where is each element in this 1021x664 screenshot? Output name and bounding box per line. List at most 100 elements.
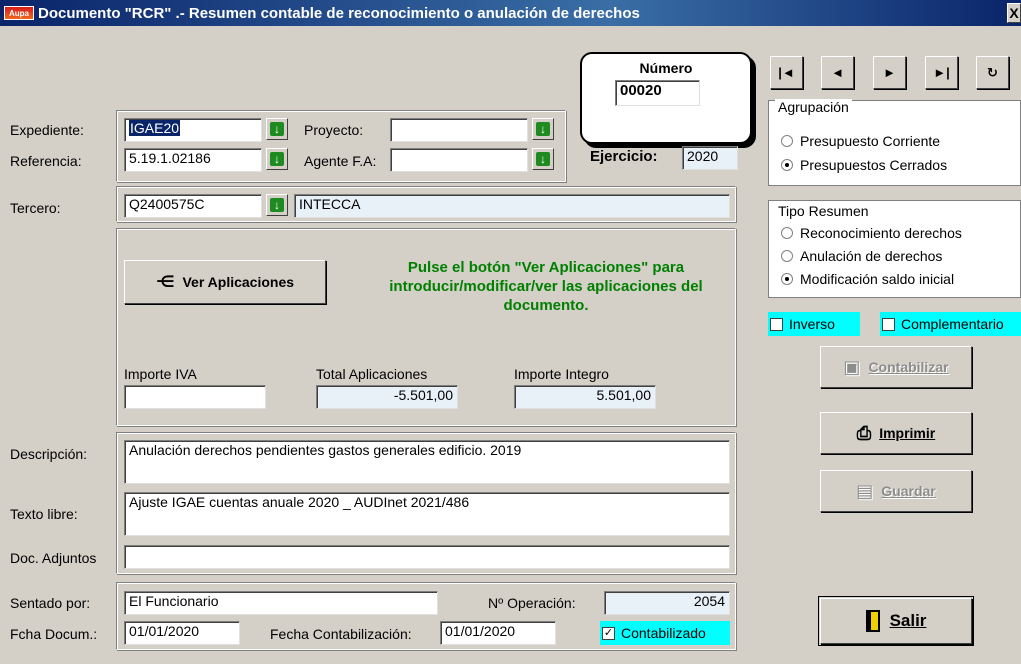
agrupacion-title: Agrupación xyxy=(775,99,852,115)
last-icon: ►| xyxy=(933,65,950,80)
expediente-label: Expediente: xyxy=(10,122,84,138)
next-icon: ► xyxy=(883,65,896,80)
doc-adjuntos-field[interactable] xyxy=(124,545,730,569)
contabilizar-button[interactable]: ▣ Contabilizar xyxy=(820,346,972,388)
numero-field[interactable]: 00020 xyxy=(615,80,700,106)
checkbox-icon xyxy=(882,317,895,331)
importe-integro-field: 5.501,00 xyxy=(514,385,656,409)
contabilizar-label: Contabilizar xyxy=(868,359,949,375)
aplicaciones-message: Pulse el botón "Ver Aplicaciones" para i… xyxy=(389,259,703,314)
radio-selected-icon xyxy=(781,273,793,285)
checkmark-icon: ✓ xyxy=(602,626,615,640)
tree-icon: ⋲ xyxy=(155,274,175,291)
fecha-cont-label: Fecha Contabilización: xyxy=(270,626,412,642)
exit-door-icon xyxy=(865,610,880,632)
inverso-checkbox[interactable]: Inverso xyxy=(768,312,860,336)
ver-aplicaciones-label: Ver Aplicaciones xyxy=(182,274,295,290)
sentado-label: Sentado por: xyxy=(10,595,91,611)
referencia-dropdown[interactable]: ↓ xyxy=(266,148,288,170)
importe-iva-label: Importe IVA xyxy=(124,366,197,382)
sentado-field: El Funcionario xyxy=(124,591,438,615)
referencia-field[interactable]: 5.19.1.02186 xyxy=(124,148,262,172)
referencia-label: Referencia: xyxy=(10,153,82,169)
radio-label: Anulación de derechos xyxy=(800,248,943,264)
down-arrow-icon: ↓ xyxy=(270,152,284,166)
importe-iva-field[interactable] xyxy=(124,385,266,409)
total-aplicaciones-field: -5.501,00 xyxy=(316,385,458,409)
proyecto-label: Proyecto: xyxy=(304,122,364,138)
operacion-label: Nº Operación: xyxy=(488,595,576,611)
down-arrow-icon: ↓ xyxy=(536,122,550,136)
radio-presupuesto-corriente[interactable]: Presupuesto Corriente xyxy=(781,133,940,149)
operacion-field: 2054 xyxy=(604,591,730,615)
guardar-label: Guardar xyxy=(881,483,936,499)
complementario-checkbox[interactable]: Complementario xyxy=(880,312,1021,336)
tercero-field[interactable]: Q2400575C xyxy=(124,194,262,218)
expediente-dropdown[interactable]: ↓ xyxy=(266,118,288,140)
numero-label: Número xyxy=(639,60,693,76)
tercero-label: Tercero: xyxy=(10,200,61,216)
contabilizado-checkbox[interactable]: ✓ Contabilizado xyxy=(600,621,730,645)
salir-label: Salir xyxy=(889,611,927,630)
ejercicio-label: Ejercicio: xyxy=(590,148,658,165)
imprimir-label: Imprimir xyxy=(879,425,936,441)
post-icon: ▣ xyxy=(843,356,861,377)
radio-label: Presupuesto Corriente xyxy=(800,133,941,149)
close-button[interactable]: X xyxy=(1007,3,1021,23)
radio-icon xyxy=(781,135,793,147)
tipo-resumen-group: Tipo Resumen Reconocimiento derechos Anu… xyxy=(768,200,1021,298)
descripcion-field[interactable]: Anulación derechos pendientes gastos gen… xyxy=(124,440,730,484)
down-arrow-icon: ↓ xyxy=(270,122,284,136)
expediente-field[interactable]: IGAE20 xyxy=(124,118,262,142)
previous-record-button[interactable]: ◄ xyxy=(821,56,854,89)
numero-box: Número 00020 xyxy=(580,52,752,144)
imprimir-button[interactable]: ⎙ Imprimir xyxy=(820,412,972,454)
inverso-label: Inverso xyxy=(789,316,835,332)
doc-adjuntos-label: Doc. Adjuntos xyxy=(10,550,97,566)
agrupacion-group: Agrupación Presupuesto Corriente Presupu… xyxy=(768,99,1021,186)
complementario-label: Complementario xyxy=(901,316,1004,332)
agente-field[interactable] xyxy=(390,148,528,172)
radio-label: Reconocimiento derechos xyxy=(800,225,962,241)
importe-integro-label: Importe Integro xyxy=(514,366,609,382)
fecha-cont-field[interactable]: 01/01/2020 xyxy=(440,621,556,645)
radio-modificacion[interactable]: Modificación saldo inicial xyxy=(781,271,954,287)
radio-anulacion[interactable]: Anulación de derechos xyxy=(781,248,942,264)
radio-icon xyxy=(781,250,793,262)
app-icon: Aupa xyxy=(4,6,34,20)
expediente-value: IGAE20 xyxy=(129,120,181,136)
fecha-doc-label: Fcha Docum.: xyxy=(10,626,98,642)
proyecto-dropdown[interactable]: ↓ xyxy=(532,118,554,140)
first-icon: |◄ xyxy=(778,65,795,80)
ver-aplicaciones-button[interactable]: ⋲ Ver Aplicaciones xyxy=(124,260,326,304)
tercero-dropdown[interactable]: ↓ xyxy=(266,194,288,216)
window-title: Documento "RCR" .- Resumen contable de r… xyxy=(38,4,640,22)
radio-selected-icon xyxy=(781,159,793,171)
contabilizado-label: Contabilizado xyxy=(621,625,706,641)
last-record-button[interactable]: ►| xyxy=(925,56,958,89)
texto-libre-label: Texto libre: xyxy=(10,506,78,522)
refresh-button[interactable]: ↻ xyxy=(976,56,1009,89)
refresh-icon: ↻ xyxy=(987,64,998,80)
title-bar: Aupa Documento "RCR" .- Resumen contable… xyxy=(0,0,1021,26)
radio-reconocimiento[interactable]: Reconocimiento derechos xyxy=(781,225,962,241)
checkbox-icon xyxy=(770,317,783,331)
radio-presupuestos-cerrados[interactable]: Presupuestos Cerrados xyxy=(781,157,947,173)
down-arrow-icon: ↓ xyxy=(536,152,550,166)
radio-label: Presupuestos Cerrados xyxy=(800,157,948,173)
texto-libre-field[interactable]: Ajuste IGAE cuentas anuale 2020 _ AUDIne… xyxy=(124,492,730,536)
agente-dropdown[interactable]: ↓ xyxy=(532,148,554,170)
next-record-button[interactable]: ► xyxy=(873,56,906,89)
tipo-resumen-title: Tipo Resumen xyxy=(775,203,872,219)
radio-label: Modificación saldo inicial xyxy=(800,271,955,287)
salir-button[interactable]: Salir xyxy=(818,596,974,646)
total-aplicaciones-label: Total Aplicaciones xyxy=(316,366,428,382)
proyecto-field[interactable] xyxy=(390,118,528,142)
tercero-name-field: INTECCA xyxy=(294,194,730,218)
agente-label: Agente F.A: xyxy=(304,153,377,169)
first-record-button[interactable]: |◄ xyxy=(770,56,803,89)
previous-icon: ◄ xyxy=(831,65,844,80)
guardar-button[interactable]: ▤ Guardar xyxy=(820,470,972,512)
down-arrow-icon: ↓ xyxy=(270,198,284,212)
fecha-doc-field[interactable]: 01/01/2020 xyxy=(124,621,240,645)
